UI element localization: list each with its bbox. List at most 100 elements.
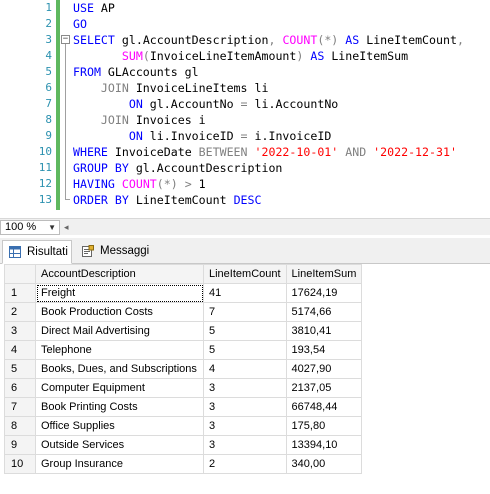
code-line[interactable]: ON gl.AccountNo = li.AccountNo — [73, 96, 490, 112]
code-line[interactable]: FROM GLAccounts gl — [73, 64, 490, 80]
row-number[interactable]: 9 — [4, 435, 36, 455]
row-number[interactable]: 2 — [4, 302, 36, 322]
row-number[interactable]: 10 — [4, 454, 36, 474]
tab-results[interactable]: Risultati — [2, 240, 72, 264]
cell-account-description[interactable]: Outside Services — [35, 435, 204, 455]
line-number: 5 — [45, 65, 52, 78]
cell-line-item-count[interactable]: 3 — [203, 416, 287, 436]
code-line[interactable]: WHERE InvoiceDate BETWEEN '2022-10-01' A… — [73, 144, 490, 160]
cell-account-description[interactable]: Office Supplies — [35, 416, 204, 436]
table-row[interactable]: 5 Books, Dues, and Subscriptions 4 4027,90 — [4, 359, 363, 379]
zoom-select[interactable]: 100 % ▼ — [0, 220, 60, 235]
cell-account-description[interactable]: Telephone — [35, 340, 204, 360]
cell-line-item-count[interactable]: 5 — [203, 340, 287, 360]
cell-line-item-sum[interactable]: 2137,05 — [285, 378, 363, 398]
table-row[interactable]: 1 Freight 41 17624,19 — [4, 283, 363, 303]
line-number: 13 — [38, 193, 52, 206]
code-token: AS — [310, 49, 332, 63]
results-grid-area: AccountDescription LineItemCount LineIte… — [0, 264, 490, 494]
cell-line-item-count[interactable]: 3 — [203, 378, 287, 398]
row-number[interactable]: 3 — [4, 321, 36, 341]
row-number[interactable]: 8 — [4, 416, 36, 436]
row-number[interactable]: 1 — [4, 283, 36, 303]
cell-account-description[interactable]: Book Production Costs — [35, 302, 204, 322]
cell-account-description[interactable]: Books, Dues, and Subscriptions — [35, 359, 204, 379]
tab-messages[interactable]: Messaggi — [76, 240, 156, 264]
cell-line-item-count[interactable]: 4 — [203, 359, 287, 379]
cell-line-item-count[interactable]: 5 — [203, 321, 287, 341]
cell-line-item-sum[interactable]: 175,80 — [285, 416, 363, 436]
collapse-icon[interactable]: − — [61, 35, 70, 44]
code-token: ON — [128, 97, 150, 111]
code-token: LineItemCount — [135, 193, 234, 207]
chevron-down-icon[interactable]: ▼ — [48, 221, 56, 234]
table-row[interactable]: 2 Book Production Costs 7 5174,66 — [4, 302, 363, 322]
row-number[interactable]: 6 — [4, 378, 36, 398]
code-token: (*) — [317, 33, 346, 47]
column-header-line-item-sum[interactable]: LineItemSum — [285, 264, 363, 284]
line-number: 2 — [45, 17, 52, 30]
code-token: Invoices i — [135, 113, 206, 127]
code-line[interactable]: SELECT gl.AccountDescription, COUNT(*) A… — [73, 32, 490, 48]
row-number[interactable]: 5 — [4, 359, 36, 379]
code-token: ) — [296, 49, 311, 63]
cell-line-item-count[interactable]: 3 — [203, 435, 287, 455]
table-row[interactable]: 7 Book Printing Costs 3 66748,44 — [4, 397, 363, 417]
cell-account-description[interactable]: Direct Mail Advertising — [35, 321, 204, 341]
cell-account-description[interactable]: Book Printing Costs — [35, 397, 204, 417]
code-token: SELECT — [73, 33, 122, 47]
table-row[interactable]: 9 Outside Services 3 13394,10 — [4, 435, 363, 455]
code-token: ORDER BY — [73, 193, 136, 207]
table-row[interactable]: 4 Telephone 5 193,54 — [4, 340, 363, 360]
grid-corner-cell[interactable] — [4, 264, 36, 284]
cell-line-item-sum[interactable]: 193,54 — [285, 340, 363, 360]
code-token: '2022-12-31' — [373, 145, 457, 159]
cell-account-description[interactable]: Group Insurance — [35, 454, 204, 474]
cell-line-item-count[interactable]: 3 — [203, 397, 287, 417]
cell-account-description[interactable]: Computer Equipment — [35, 378, 204, 398]
code-line[interactable]: ON li.InvoiceID = i.InvoiceID — [73, 128, 490, 144]
code-token: GLAccounts gl — [107, 65, 199, 79]
line-number: 8 — [45, 113, 52, 126]
zoom-value: 100 % — [5, 221, 37, 233]
fold-guide-end — [65, 199, 70, 200]
row-number[interactable]: 4 — [4, 340, 36, 360]
cell-line-item-sum[interactable]: 340,00 — [285, 454, 363, 474]
table-row[interactable]: 10 Group Insurance 2 340,00 — [4, 454, 363, 474]
table-row[interactable]: 3 Direct Mail Advertising 5 3810,41 — [4, 321, 363, 341]
cell-line-item-sum[interactable]: 17624,19 — [285, 283, 363, 303]
code-token: > — [184, 177, 199, 191]
results-grid[interactable]: AccountDescription LineItemCount LineIte… — [4, 264, 363, 474]
cell-line-item-sum[interactable]: 5174,66 — [285, 302, 363, 322]
cell-account-description[interactable]: Freight — [35, 283, 204, 303]
cell-line-item-sum[interactable]: 3810,41 — [285, 321, 363, 341]
cell-line-item-sum[interactable]: 13394,10 — [285, 435, 363, 455]
column-header-account-description[interactable]: AccountDescription — [35, 264, 204, 284]
code-token: COUNT — [282, 33, 318, 47]
cell-line-item-sum[interactable]: 4027,90 — [285, 359, 363, 379]
column-header-line-item-count[interactable]: LineItemCount — [203, 264, 287, 284]
scroll-left-icon[interactable]: ◂ — [64, 222, 72, 233]
code-line[interactable]: JOIN InvoiceLineItems li — [73, 80, 490, 96]
cell-line-item-count[interactable]: 2 — [203, 454, 287, 474]
cell-line-item-sum[interactable]: 66748,44 — [285, 397, 363, 417]
code-token: InvoiceDate — [114, 145, 199, 159]
cell-line-item-count[interactable]: 7 — [203, 302, 287, 322]
code-token: gl.AccountDescription — [135, 161, 283, 175]
code-area[interactable]: USE AP GO SELECT gl.AccountDescription, CO… — [73, 0, 490, 208]
sql-editor[interactable]: 1 2 3 4 5 6 7 8 9 10 11 12 13 − USE AP GO SELECT gl.Ac… — [0, 0, 490, 210]
row-number[interactable]: 7 — [4, 397, 36, 417]
table-row[interactable]: 6 Computer Equipment 3 2137,05 — [4, 378, 363, 398]
code-line[interactable]: ORDER BY LineItemCount DESC — [73, 192, 490, 208]
code-token: WHERE — [73, 145, 115, 159]
code-line[interactable]: JOIN Invoices i — [73, 112, 490, 128]
cell-line-item-count[interactable]: 41 — [203, 283, 287, 303]
code-line[interactable]: HAVING COUNT(*) > 1 — [73, 176, 490, 192]
table-row[interactable]: 8 Office Supplies 3 175,80 — [4, 416, 363, 436]
code-line[interactable]: SUM(InvoiceLineItemAmount) AS LineItemSu… — [73, 48, 490, 64]
code-line[interactable]: GROUP BY gl.AccountDescription — [73, 160, 490, 176]
code-line[interactable]: GO — [73, 16, 490, 32]
code-token: gl.AccountDescription — [121, 33, 269, 47]
code-line[interactable]: USE AP — [73, 0, 490, 16]
